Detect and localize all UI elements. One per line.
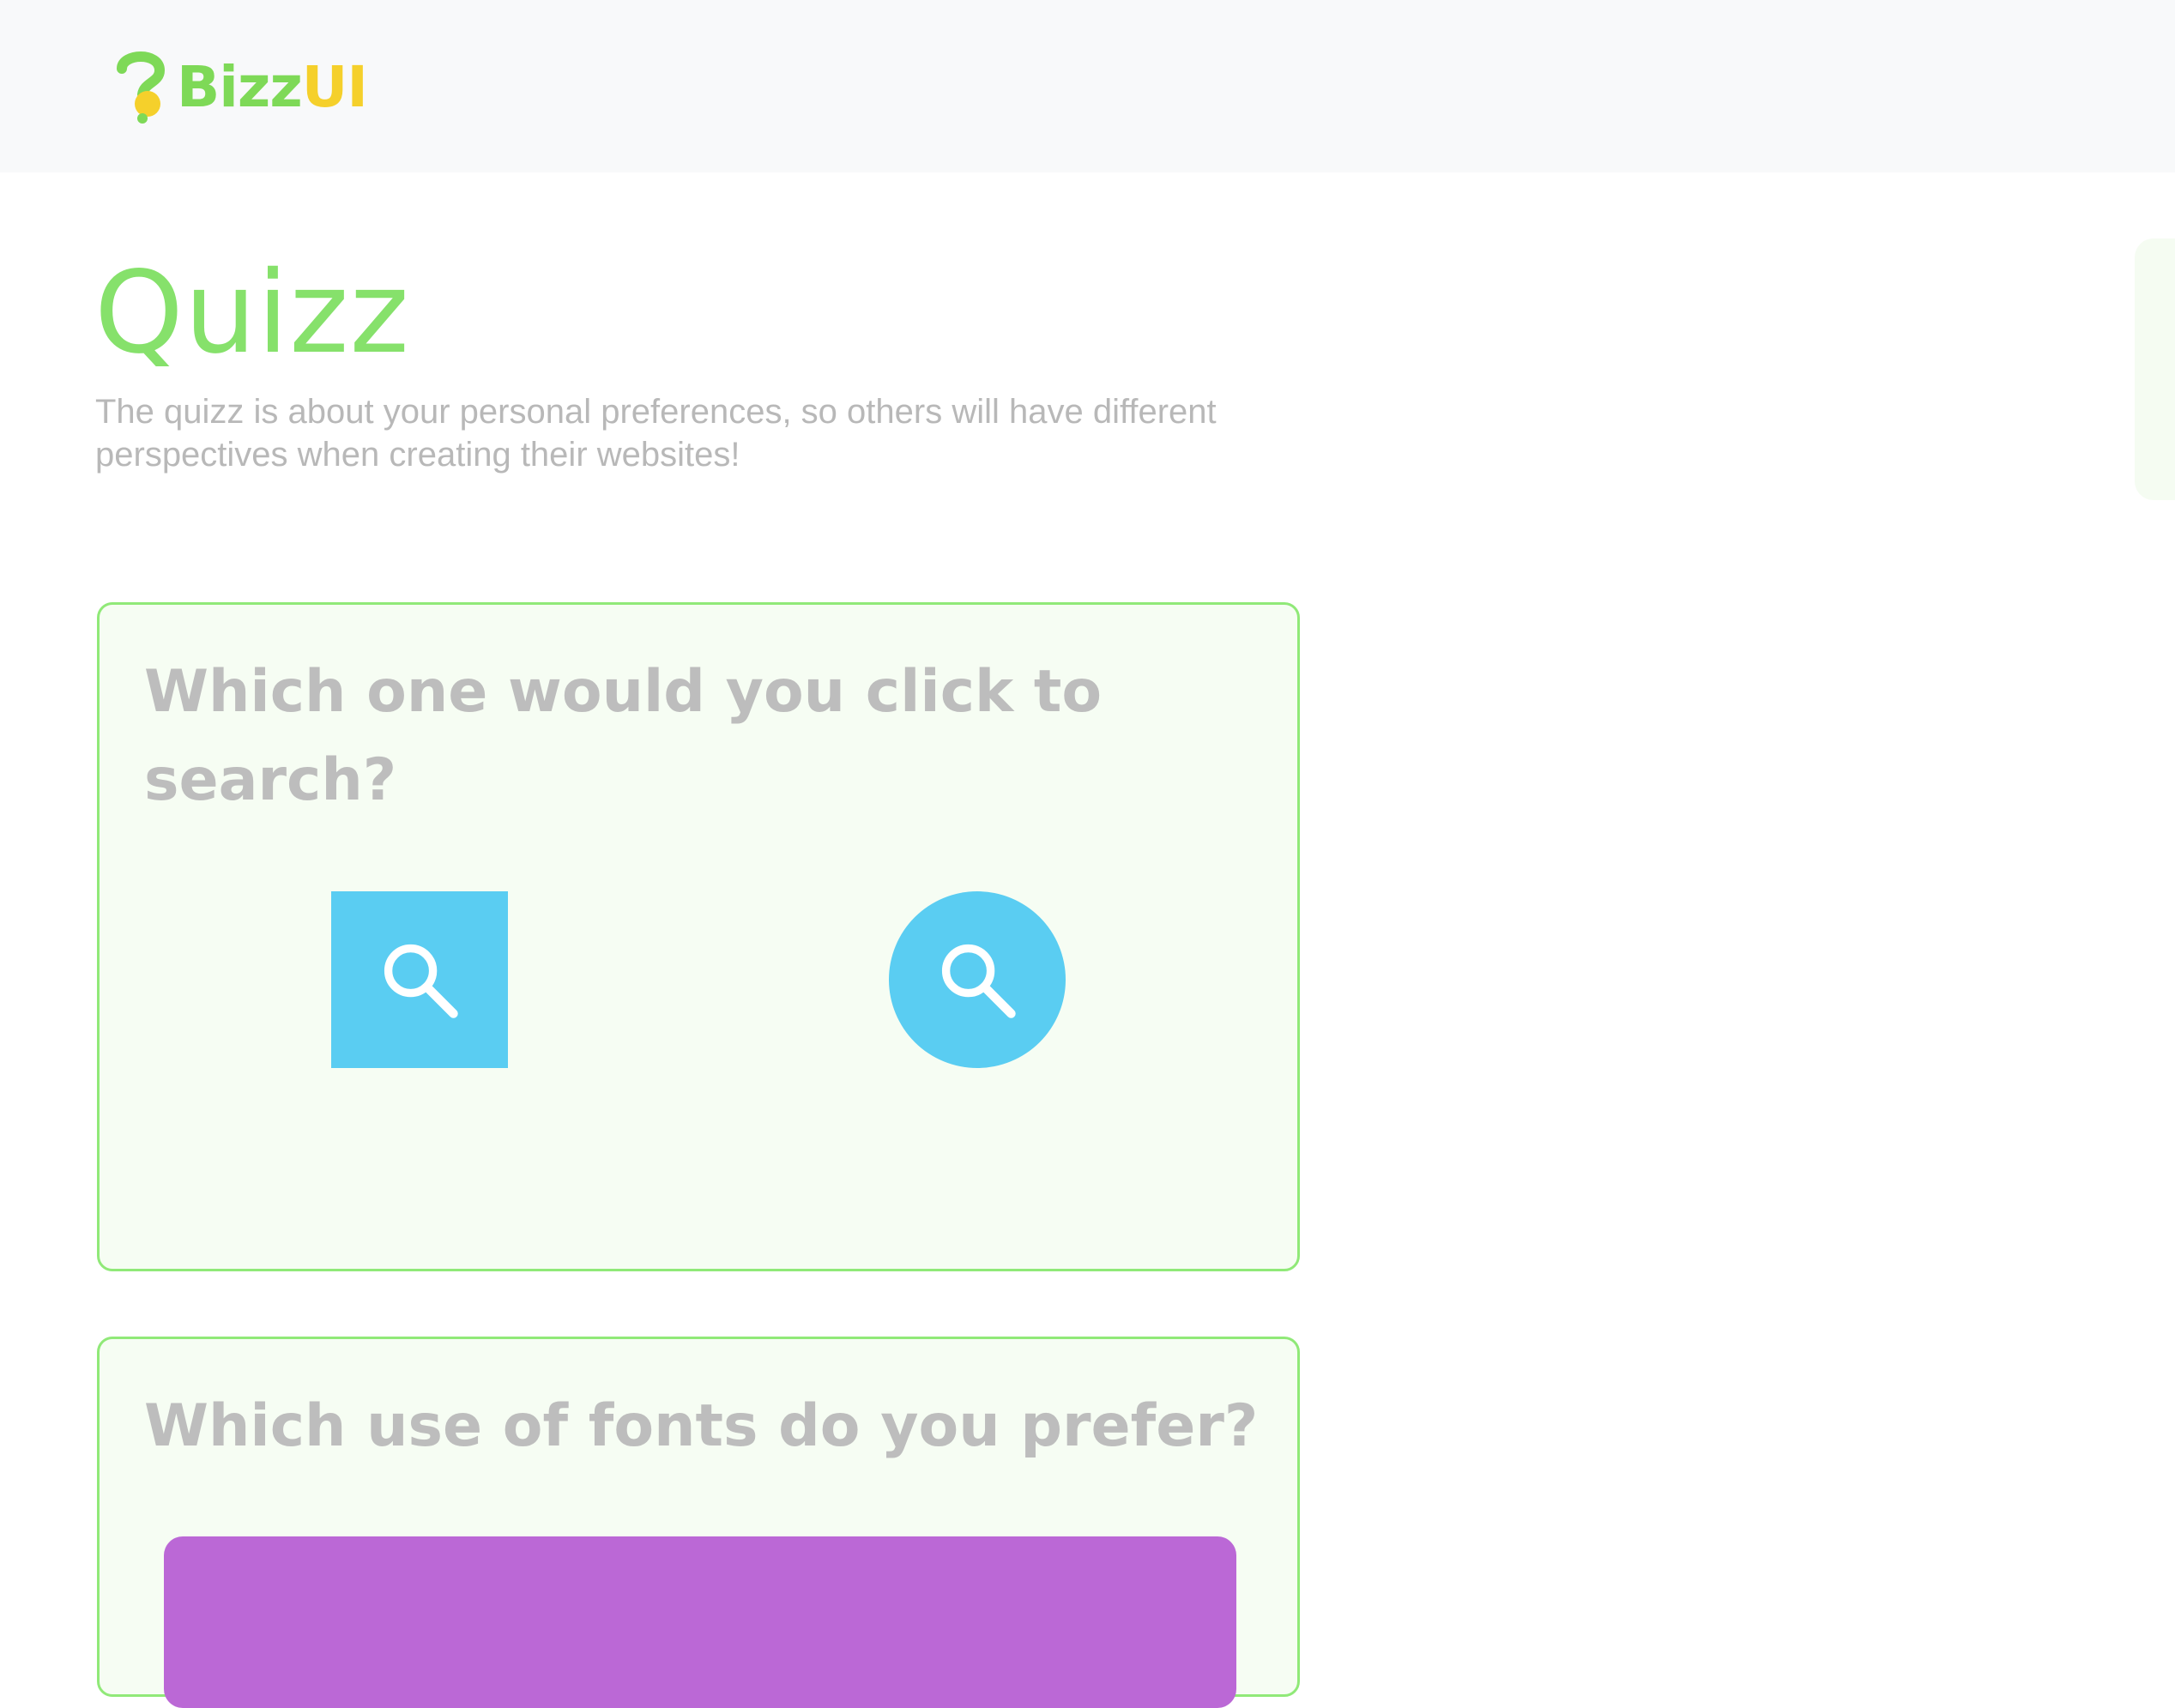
top-header: BizzUI xyxy=(0,0,2175,172)
question-text: Which use of fonts do you prefer? xyxy=(144,1392,1259,1460)
search-option-round-button[interactable] xyxy=(889,891,1066,1068)
question-mark-logo-icon xyxy=(117,51,166,124)
side-panel-tab[interactable] xyxy=(2135,238,2175,500)
page-title: Quizz xyxy=(94,247,410,379)
search-icon xyxy=(384,944,458,1018)
brand-logo[interactable]: BizzUI xyxy=(110,50,368,125)
brand-name-part1: Bizz xyxy=(177,54,303,120)
quiz-card-search: Which one would you click to search? xyxy=(97,602,1300,1271)
page-subtitle: The quizz is about your personal prefere… xyxy=(95,393,1217,474)
search-icon xyxy=(941,944,1016,1018)
question-text: Which one would you click to search? xyxy=(144,658,1103,814)
brand-name-part2: UI xyxy=(301,54,368,120)
search-option-square-button[interactable] xyxy=(331,891,508,1068)
quiz-card-fonts: Which use of fonts do you prefer? xyxy=(97,1337,1300,1708)
font-option-card[interactable] xyxy=(164,1536,1236,1708)
brand-name: BizzUI xyxy=(177,50,368,125)
